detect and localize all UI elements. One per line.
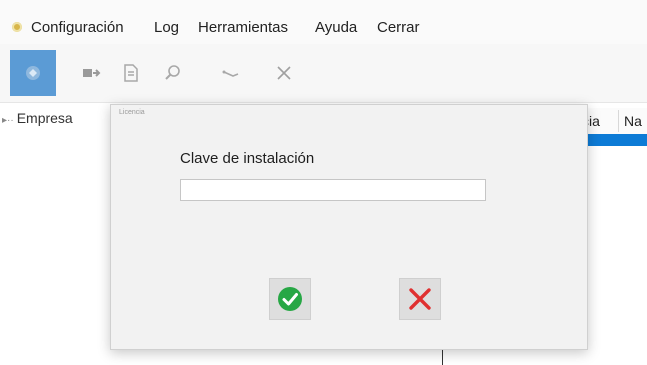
app-logo-icon: [12, 22, 22, 32]
search-icon: [165, 65, 180, 80]
app-icon: [26, 66, 40, 80]
dialog-title: Licencia: [119, 109, 145, 116]
toolbar-pen-button[interactable]: [208, 50, 254, 96]
toolbar: [0, 44, 647, 103]
document-icon: [124, 64, 138, 82]
toolbar-search-button[interactable]: [150, 50, 196, 96]
install-key-input[interactable]: [180, 179, 486, 201]
toolbar-app-button[interactable]: [10, 50, 56, 96]
menu-log[interactable]: Log: [154, 19, 179, 36]
tree-item-label: Empresa: [16, 110, 73, 126]
x-icon: [409, 288, 431, 310]
connect-icon: [83, 69, 101, 77]
column-header-na[interactable]: Na: [624, 113, 642, 129]
menu-configuracion[interactable]: Configuración: [31, 19, 124, 36]
toolbar-close-button[interactable]: [261, 50, 307, 96]
tree-expand-icon[interactable]: ▸··: [2, 115, 14, 126]
toolbar-document-button[interactable]: [108, 50, 154, 96]
menu-ayuda[interactable]: Ayuda: [315, 19, 357, 36]
close-icon: [277, 66, 291, 80]
ok-button[interactable]: [269, 278, 311, 320]
column-separator[interactable]: [618, 110, 619, 132]
check-icon: [278, 287, 302, 311]
pen-icon: [222, 70, 239, 77]
menu-herramientas[interactable]: Herramientas: [198, 19, 288, 36]
install-key-label: Clave de instalación: [180, 150, 315, 167]
cancel-button[interactable]: [399, 278, 441, 320]
menu-cerrar[interactable]: Cerrar: [377, 19, 420, 36]
install-key-dialog: Licencia Clave de instalación: [110, 104, 588, 350]
menu-bar: Configuración Log Herramientas Ayuda Cer…: [0, 0, 647, 44]
tree-item-empresa[interactable]: ▸·· Empresa: [2, 110, 73, 126]
